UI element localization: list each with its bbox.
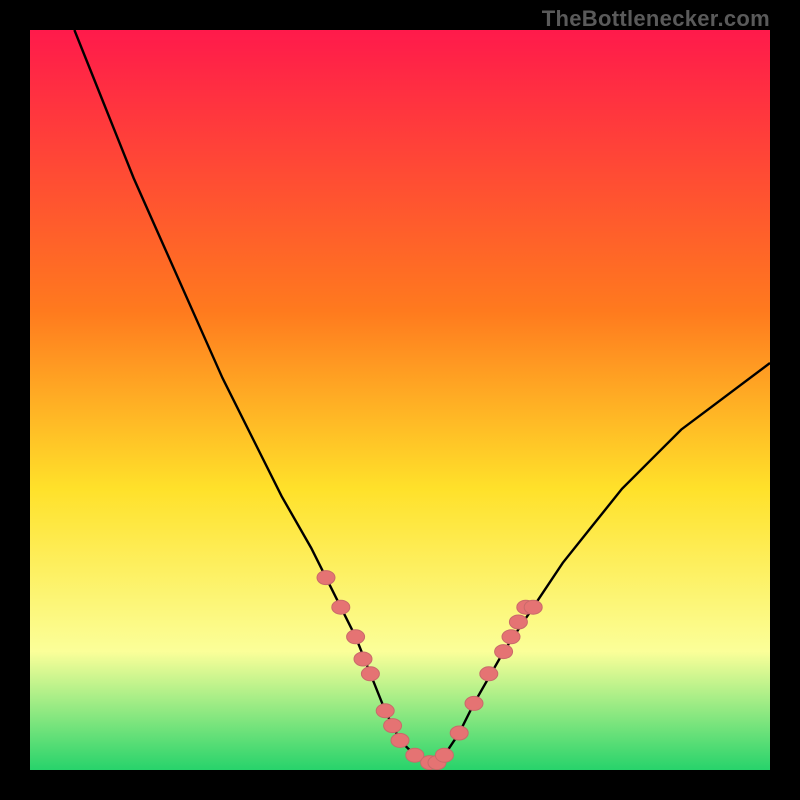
marker-point <box>465 696 483 710</box>
marker-point <box>480 667 498 681</box>
marker-point <box>524 600 542 614</box>
marker-point <box>376 704 394 718</box>
marker-point <box>332 600 350 614</box>
marker-point <box>347 630 365 644</box>
watermark-text: TheBottlenecker.com <box>542 6 770 32</box>
marker-point <box>502 630 520 644</box>
marker-point <box>435 748 453 762</box>
gradient-background <box>30 30 770 770</box>
marker-point <box>509 615 527 629</box>
marker-point <box>354 652 372 666</box>
marker-point <box>317 571 335 585</box>
marker-point <box>391 733 409 747</box>
marker-point <box>361 667 379 681</box>
marker-point <box>384 719 402 733</box>
marker-point <box>495 645 513 659</box>
marker-point <box>450 726 468 740</box>
chart-frame <box>30 30 770 770</box>
bottleneck-chart <box>30 30 770 770</box>
